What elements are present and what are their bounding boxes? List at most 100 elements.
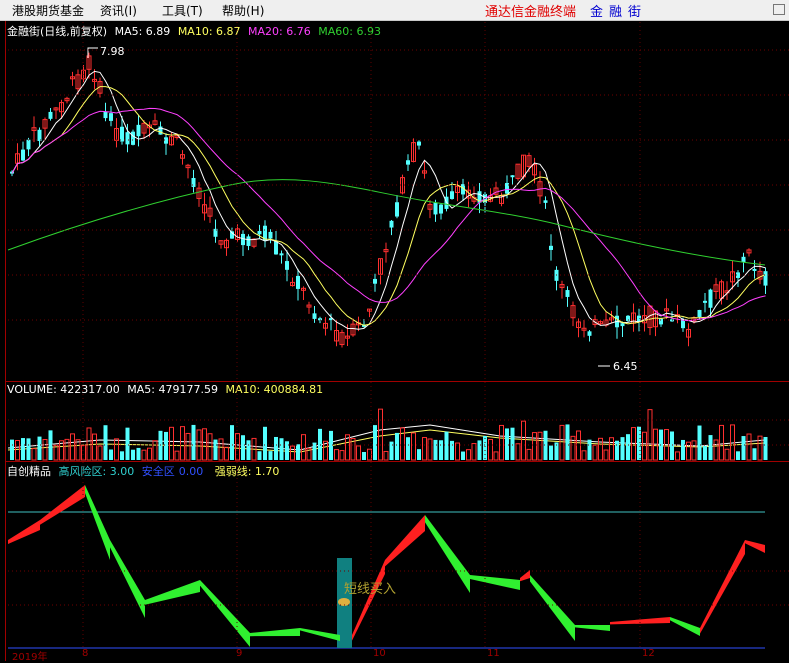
candle-body — [109, 113, 113, 121]
candle-body — [246, 236, 251, 246]
candle-body — [125, 132, 130, 145]
volume-bar — [92, 433, 97, 461]
volume-bar — [378, 408, 383, 461]
volume-bar — [180, 426, 185, 461]
candle-body — [241, 233, 245, 246]
indicator-series — [8, 485, 765, 649]
candle-body — [433, 202, 438, 215]
candle-body — [21, 149, 25, 161]
volume-bar — [675, 451, 680, 461]
ma10-line — [11, 86, 766, 326]
volume-bar — [697, 425, 702, 460]
date-axis: 2019年 8 9 10 11 12 — [0, 648, 789, 663]
volume-bar — [257, 451, 262, 460]
volume-bar — [174, 450, 180, 461]
volume-bar — [109, 449, 113, 460]
volume-bar — [389, 441, 394, 460]
volume-bar — [615, 440, 619, 460]
indicator-ribbon-segment — [530, 575, 575, 641]
low-price-label: 6.45 — [613, 360, 638, 373]
kline-chart[interactable] — [0, 0, 789, 661]
indicator-ribbon-segment — [470, 575, 520, 590]
indicator-ribbon-segment — [385, 515, 425, 567]
candle-body — [312, 313, 317, 319]
volume-bar — [422, 437, 427, 461]
volume-bar — [450, 440, 454, 460]
indicator-ribbon-segment — [40, 485, 85, 525]
volume-bar — [526, 448, 532, 461]
volume-bar — [691, 440, 697, 461]
volume-bar — [31, 448, 37, 461]
volume-bar — [191, 424, 196, 460]
indicator-ribbon-segment — [8, 520, 40, 544]
candle-body — [191, 177, 196, 187]
candle-body — [439, 204, 443, 214]
volume-ma10-line — [7, 429, 766, 453]
indicator-ribbon-segment — [250, 628, 300, 637]
indicator-ribbon-segment — [425, 515, 470, 593]
candle-body — [549, 245, 553, 250]
volume-bar — [274, 436, 278, 460]
volume-bar — [439, 440, 443, 460]
candle-body — [395, 202, 399, 217]
volume-bar — [746, 433, 752, 461]
candle-body — [373, 278, 377, 284]
date-label-dec: 12 — [642, 648, 655, 659]
volume-bar — [263, 426, 267, 460]
volume-bar — [703, 445, 707, 460]
volume-bar — [647, 409, 653, 461]
indicator-ribbon-segment — [700, 540, 745, 634]
volume-bar — [213, 439, 218, 460]
candle-body — [268, 231, 273, 239]
candle-body — [48, 111, 53, 119]
candle-body — [417, 141, 421, 146]
volume-bar — [356, 445, 361, 461]
volume-bar — [141, 449, 147, 461]
indicator-ribbon-segment — [745, 540, 765, 553]
volume-bar — [42, 439, 48, 461]
date-label-aug: 8 — [82, 648, 89, 659]
volume-bar — [373, 425, 377, 460]
volume-bar — [131, 449, 135, 460]
volume-bar — [752, 448, 757, 460]
candle-body — [620, 323, 625, 327]
volume-bar — [461, 451, 465, 460]
volume-bar — [757, 435, 763, 461]
candle-body — [279, 253, 284, 256]
volume-bar — [741, 436, 746, 460]
volume-bar — [97, 445, 103, 461]
candle-body — [510, 175, 515, 178]
volume-bar — [719, 424, 724, 461]
volume-bar — [537, 431, 543, 461]
volume-bar — [515, 443, 521, 461]
indicator-ribbon-segment — [110, 540, 145, 618]
volume-bar — [312, 442, 317, 460]
volume-bar — [724, 448, 730, 461]
volume-bar — [120, 451, 124, 460]
volume-bar — [455, 442, 460, 461]
buy-signal-text: 短线买入 — [344, 582, 397, 597]
volume-bar — [609, 437, 614, 461]
volume-bar — [318, 428, 322, 460]
volume-bar — [75, 439, 81, 461]
volume-bar — [279, 438, 284, 460]
candle-body — [103, 111, 108, 119]
volume-bar — [218, 438, 224, 461]
indicator-ribbon-segment — [300, 628, 340, 641]
candle-body — [703, 300, 707, 303]
chart-annotations — [87, 47, 610, 367]
volume-bar — [581, 450, 587, 461]
indicator-ribbon-segment — [145, 580, 200, 605]
volume-bar — [477, 440, 482, 460]
volume-bar — [53, 444, 59, 461]
volume-bar — [532, 432, 537, 461]
volume-bar — [620, 437, 625, 460]
date-label-oct: 10 — [373, 648, 386, 659]
volume-bar — [713, 439, 719, 461]
volume-bar — [114, 438, 119, 461]
candle-body — [389, 220, 394, 228]
candle-body — [587, 331, 592, 336]
volume-bar — [10, 439, 14, 460]
volume-bar — [499, 424, 504, 461]
volume-bar — [246, 440, 251, 460]
